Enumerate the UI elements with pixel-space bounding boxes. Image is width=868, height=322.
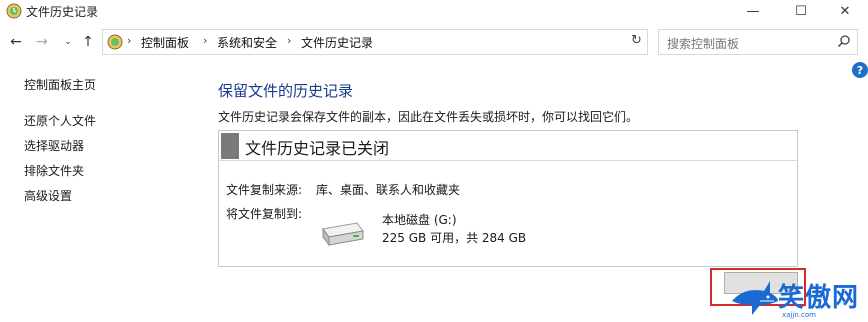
breadcrumb-separator: › <box>127 34 132 47</box>
address-bar[interactable]: › 控制面板 › 系统和安全 › 文件历史记录 ⌄ ↻ <box>102 29 722 55</box>
destination-label: 将文件复制到: <box>226 207 303 221</box>
sidebar-item-exclude-folders[interactable]: 排除文件夹 <box>24 162 84 179</box>
up-button[interactable]: ↑ <box>78 32 98 52</box>
breadcrumb-file-history[interactable]: 文件历史记录 <box>301 34 373 51</box>
page-title: 保留文件的历史记录 <box>218 82 354 100</box>
search-placeholder: 搜索控制面板 <box>667 37 740 51</box>
status-accent-bar <box>221 133 239 159</box>
search-icon[interactable] <box>837 34 851 48</box>
watermark-text: 笑傲网 <box>778 283 860 313</box>
drive-capacity: 225 GB 可用，共 284 GB <box>382 231 527 245</box>
hard-drive-icon <box>322 222 364 247</box>
status-title: 文件历史记录已关闭 <box>245 139 390 158</box>
back-button[interactable]: ← <box>6 32 26 52</box>
sidebar-item-select-drive[interactable]: 选择驱动器 <box>24 137 84 154</box>
sidebar-control-panel-home[interactable]: 控制面板主页 <box>24 76 96 93</box>
status-panel: 文件历史记录已关闭 文件复制来源: 库、桌面、联系人和收藏夹 将文件复制到: 本… <box>218 130 798 267</box>
forward-button[interactable]: → <box>32 32 52 52</box>
watermark-url: xajjn.com <box>782 311 816 319</box>
refresh-icon[interactable]: ↻ <box>631 33 642 48</box>
shark-logo-icon <box>732 281 778 315</box>
help-icon[interactable]: ? <box>852 62 868 78</box>
source-label: 文件复制来源: <box>226 183 303 197</box>
search-input[interactable]: 搜索控制面板 <box>658 29 858 55</box>
control-panel-icon <box>107 34 123 50</box>
recent-locations-button[interactable]: ⌄ <box>58 32 78 52</box>
breadcrumb-system-security[interactable]: 系统和安全 <box>217 34 277 51</box>
maximize-button[interactable]: ☐ <box>778 0 824 22</box>
watermark: 笑傲网 xajjn.com <box>728 275 868 322</box>
breadcrumb-control-panel[interactable]: 控制面板 <box>141 34 189 51</box>
source-value: 库、桌面、联系人和收藏夹 <box>316 183 461 197</box>
status-header: 文件历史记录已关闭 <box>219 131 797 161</box>
file-history-icon <box>6 3 22 19</box>
breadcrumb-separator: › <box>203 34 208 47</box>
page-description: 文件历史记录会保存文件的副本，因此在文件丢失或损坏时，你可以找回它们。 <box>218 110 639 124</box>
minimize-button[interactable]: — <box>730 0 776 22</box>
close-button[interactable]: ✕ <box>822 0 868 22</box>
window-title: 文件历史记录 <box>26 5 99 19</box>
breadcrumb-separator: › <box>287 34 292 47</box>
drive-name: 本地磁盘 (G:) <box>382 213 457 227</box>
sidebar-item-advanced-settings[interactable]: 高级设置 <box>24 187 72 204</box>
sidebar-item-restore-files[interactable]: 还原个人文件 <box>24 112 96 129</box>
title-bar: 文件历史记录 — ☐ ✕ <box>0 0 868 22</box>
navigation-bar: ← → ⌄ ↑ › 控制面板 › 系统和安全 › 文件历史记录 ⌄ ↻ 搜索控制… <box>0 26 868 58</box>
